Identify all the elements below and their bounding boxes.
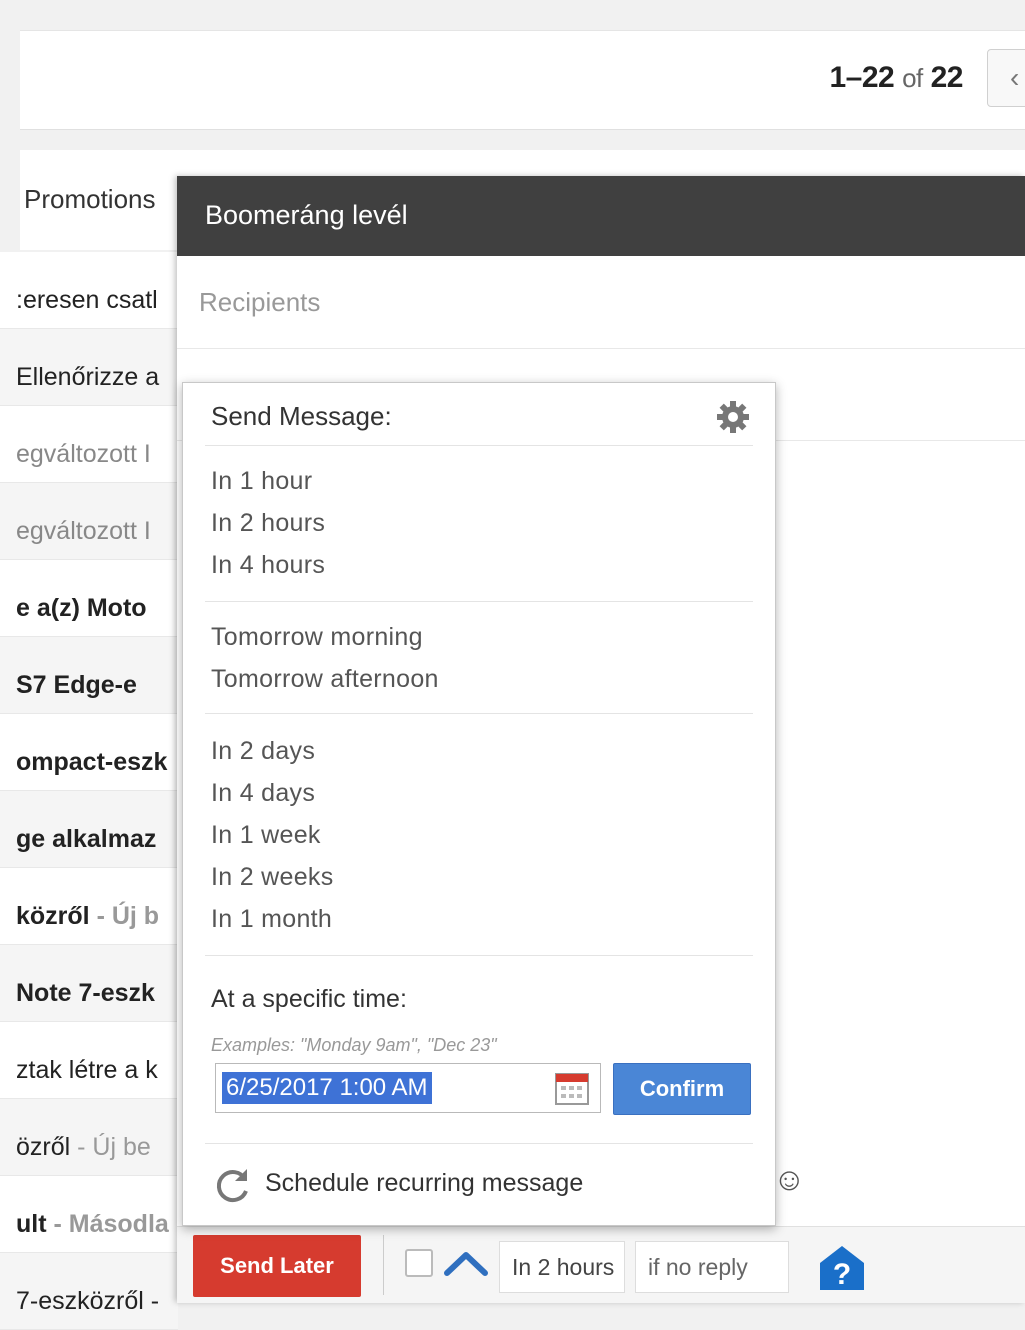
option-in-4-hours[interactable]: In 4 hours	[211, 551, 325, 580]
list-item[interactable]: 7-eszközről -	[0, 1253, 178, 1330]
option-in-1-hour[interactable]: In 1 hour	[211, 467, 312, 496]
list-item-text: ult - Másodla	[16, 1210, 169, 1239]
list-item-subject: e a(z) Moto	[16, 594, 147, 622]
popup-title: Send Message:	[211, 401, 392, 431]
recipients-field[interactable]: Recipients	[177, 256, 1025, 349]
list-item-snippet: - Új b	[96, 902, 160, 930]
list-item-text: ztak létre a k	[16, 1056, 158, 1085]
condition-select[interactable]: if no reply	[635, 1241, 789, 1293]
date-time-input[interactable]: 6/25/2017 1:00 AM	[215, 1063, 601, 1113]
inbox-list: :eresen csatl Ellenőrizze a egváltozott I e…	[0, 252, 178, 1330]
divider	[205, 713, 753, 714]
pagination-count: 1–22 of 22	[830, 61, 964, 95]
specific-time-examples: Examples: "Monday 9am", "Dec 23"	[211, 1035, 497, 1055]
list-item-subject: S7 Edge-e	[16, 671, 137, 699]
list-item[interactable]: ompact-eszk	[0, 714, 178, 791]
list-item-text: :eresen csatl	[16, 286, 158, 315]
pagination-range: 1–22	[829, 61, 895, 94]
date-time-value: 6/25/2017 1:00 AM	[222, 1072, 432, 1104]
refresh-icon	[216, 1169, 248, 1202]
pagination-of: of	[902, 63, 923, 93]
list-item-text: Ellenőrizze a	[16, 363, 159, 392]
list-item-text: ge alkalmaz	[16, 825, 156, 854]
pagination-total: 22	[930, 61, 964, 94]
list-item-snippet: - Új be	[77, 1133, 151, 1161]
list-item[interactable]: Ellenőrizze a	[0, 329, 178, 406]
list-item[interactable]: ztak létre a k	[0, 1022, 178, 1099]
list-item-subject: özről	[16, 1133, 71, 1161]
list-item-subject: egváltozott I	[16, 440, 151, 468]
list-item[interactable]: :eresen csatl	[0, 252, 178, 329]
list-item-text: egváltozott I	[16, 440, 151, 469]
chevron-left-icon: ‹	[1010, 62, 1020, 93]
list-item-text: ompact-eszk	[16, 748, 167, 777]
list-item-snippet: - Másodla	[53, 1210, 169, 1238]
list-item-subject: ge alkalmaz	[16, 825, 157, 853]
calendar-icon[interactable]	[554, 1070, 590, 1106]
list-item-subject: :eresen csatl	[16, 286, 158, 314]
send-later-button[interactable]: Send Later	[193, 1235, 361, 1297]
list-item[interactable]: egváltozott I	[0, 406, 178, 483]
specific-time-label: At a specific time:	[211, 985, 407, 1013]
option-in-2-hours[interactable]: In 2 hours	[211, 509, 325, 538]
chevron-up-icon[interactable]	[443, 1245, 489, 1279]
list-item-subject: 7-eszközről -	[16, 1287, 160, 1315]
gear-icon[interactable]	[715, 399, 751, 435]
list-item[interactable]: e a(z) Moto	[0, 560, 178, 637]
list-item-subject: Ellenőrizze a	[16, 363, 160, 391]
divider	[205, 601, 753, 602]
divider	[205, 1143, 753, 1144]
list-item-subject: ztak létre a k	[16, 1056, 158, 1084]
list-item[interactable]: S7 Edge-e	[0, 637, 178, 714]
list-item[interactable]: ult - Másodla	[0, 1176, 178, 1253]
option-tomorrow-afternoon[interactable]: Tomorrow afternoon	[211, 665, 439, 694]
list-item-subject: ompact-eszk	[16, 748, 168, 776]
list-item[interactable]: egváltozott I	[0, 483, 178, 560]
help-icon[interactable]: ?	[817, 1243, 867, 1293]
option-in-2-days[interactable]: In 2 days	[211, 737, 315, 766]
list-item-text: közről - Új b	[16, 902, 159, 931]
tab-promotions[interactable]: Promotions	[24, 184, 156, 215]
list-item-subject: ult	[16, 1210, 47, 1238]
divider	[383, 1235, 384, 1295]
boomerang-checkbox[interactable]	[405, 1249, 433, 1277]
svg-text:?: ?	[833, 1258, 851, 1291]
older-page-button[interactable]: ‹	[987, 49, 1025, 107]
option-in-1-week[interactable]: In 1 week	[211, 821, 321, 850]
list-item[interactable]: özről - Új be	[0, 1099, 178, 1176]
list-item[interactable]: ge alkalmaz	[0, 791, 178, 868]
toolbar: 1–22 of 22 ‹	[20, 30, 1025, 130]
option-in-1-month[interactable]: In 1 month	[211, 905, 332, 934]
option-in-2-weeks[interactable]: In 2 weeks	[211, 863, 334, 892]
list-item-text: egváltozott I	[16, 517, 151, 546]
list-item-subject: közről	[16, 902, 90, 930]
list-item[interactable]: közről - Új b	[0, 868, 178, 945]
compose-footer: ☺ Send Later In 2 hours if no reply ?	[177, 1161, 1025, 1303]
schedule-recurring-label: Schedule recurring message	[265, 1169, 584, 1197]
list-item[interactable]: Note 7-eszk	[0, 945, 178, 1022]
list-item-subject: Note 7-eszk	[16, 979, 155, 1007]
send-message-popup: Send Message: In 1 hour In 2 hours In 4 …	[182, 382, 776, 1226]
divider	[205, 445, 753, 446]
emoji-icon[interactable]: ☺	[773, 1161, 806, 1198]
confirm-button[interactable]: Confirm	[613, 1063, 751, 1115]
compose-title: Boomeráng levél	[177, 176, 1025, 256]
list-item-text: e a(z) Moto	[16, 594, 147, 623]
list-item-text: S7 Edge-e	[16, 671, 137, 700]
list-item-text: Note 7-eszk	[16, 979, 155, 1008]
list-item-text: özről - Új be	[16, 1133, 151, 1162]
divider	[205, 955, 753, 956]
option-tomorrow-morning[interactable]: Tomorrow morning	[211, 623, 423, 652]
list-item-subject: egváltozott I	[16, 517, 151, 545]
delay-select[interactable]: In 2 hours	[499, 1241, 625, 1293]
option-in-4-days[interactable]: In 4 days	[211, 779, 315, 808]
